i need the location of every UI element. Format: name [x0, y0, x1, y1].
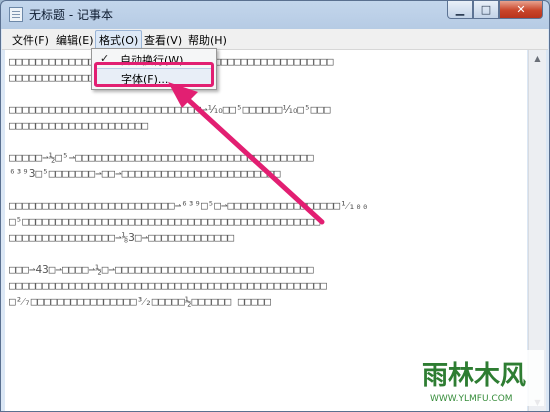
watermark-logo: 雨林木风 WWW.YLMFU.COM	[416, 350, 544, 406]
watermark-url: WWW.YLMFU.COM	[430, 394, 513, 404]
watermark-brand: 雨林木风	[422, 361, 526, 391]
